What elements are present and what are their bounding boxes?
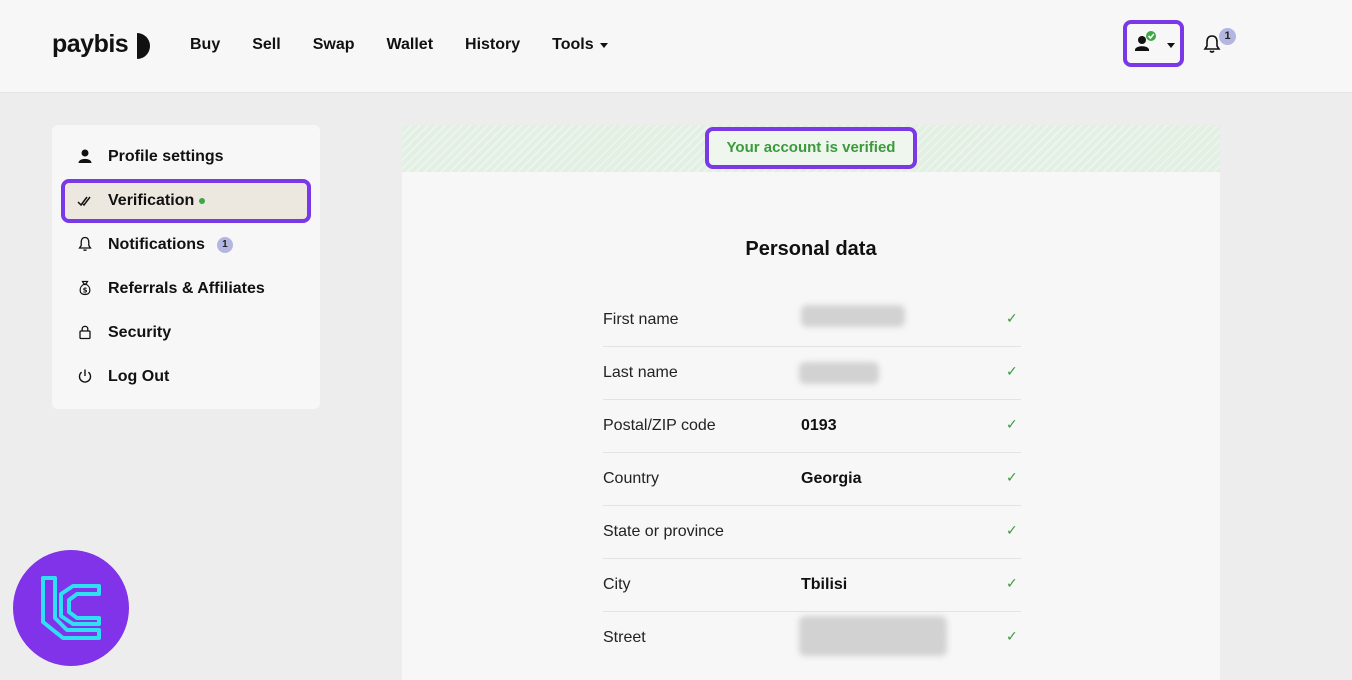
page-title: Personal data bbox=[745, 238, 877, 260]
top-navigation-bar: paybis Buy Sell Swap Wallet History Tool… bbox=[0, 0, 1352, 93]
status-dot bbox=[199, 197, 206, 204]
sidebar-item-label-notifications: Notifications 1 bbox=[108, 236, 233, 254]
row-label: Country bbox=[603, 470, 660, 487]
sidebar-item-logout[interactable]: Log Out bbox=[62, 357, 310, 397]
verified-banner: Your account is verified bbox=[402, 125, 1220, 172]
checkmark-icon: ✓ bbox=[1006, 469, 1018, 485]
nav-history[interactable]: History bbox=[465, 36, 520, 54]
data-row-postal-code: Postal/ZIP code 0193 ✓ bbox=[603, 400, 1021, 453]
main-nav: Buy Sell Swap Wallet History Tools bbox=[190, 36, 640, 54]
chevron-down-icon bbox=[599, 42, 608, 48]
data-row-street: Street ✓ bbox=[603, 612, 1021, 665]
notification-count-badge: 1 bbox=[1219, 28, 1236, 45]
money-bag-icon: $ bbox=[76, 279, 94, 297]
power-icon bbox=[76, 367, 94, 385]
settings-sidebar: Profile settings Verification Notificati… bbox=[52, 125, 320, 409]
account-verified-status: Your account is verified bbox=[705, 127, 917, 169]
lock-icon bbox=[76, 323, 94, 341]
user-icon bbox=[76, 147, 94, 165]
row-value: Tbilisi bbox=[801, 576, 848, 593]
row-label: Street bbox=[603, 629, 646, 646]
sidebar-item-label: Profile settings bbox=[108, 148, 224, 165]
checkmark-icon: ✓ bbox=[1006, 575, 1018, 591]
sidebar-item-verification[interactable]: Verification bbox=[61, 179, 311, 223]
nav-sell[interactable]: Sell bbox=[252, 36, 280, 54]
checkmark-icon: ✓ bbox=[1006, 363, 1018, 379]
sidebar-item-notifications[interactable]: Notifications 1 bbox=[62, 225, 310, 265]
sidebar-item-label: Referrals & Affiliates bbox=[108, 280, 265, 297]
paybis-logo[interactable]: paybis bbox=[52, 30, 151, 59]
chevron-down-icon bbox=[1167, 43, 1175, 48]
svg-text:$: $ bbox=[83, 286, 88, 294]
personal-data-panel: Your account is verified Personal data F… bbox=[402, 125, 1220, 680]
checkmark-icon: ✓ bbox=[1006, 416, 1018, 432]
redacted-value bbox=[801, 305, 905, 327]
logo-text: paybis bbox=[52, 30, 129, 58]
row-label: City bbox=[603, 576, 631, 593]
sidebar-item-profile-settings[interactable]: Profile settings bbox=[62, 137, 310, 177]
data-row-last-name: Last name ✓ bbox=[603, 347, 1021, 400]
sidebar-item-referrals[interactable]: $ Referrals & Affiliates bbox=[62, 269, 310, 309]
sidebar-item-label: Log Out bbox=[108, 368, 170, 385]
data-row-city: City Tbilisi ✓ bbox=[603, 559, 1021, 612]
data-row-state: State or province ✓ bbox=[603, 506, 1021, 559]
row-value: 0193 bbox=[801, 417, 837, 434]
verification-label: Verification bbox=[108, 192, 195, 209]
row-label: State or province bbox=[603, 523, 724, 540]
data-row-country: Country Georgia ✓ bbox=[603, 453, 1021, 506]
logo-half-circle-icon bbox=[137, 32, 151, 59]
checkmark-icon: ✓ bbox=[1006, 310, 1018, 326]
sidebar-item-label-verification: Verification bbox=[108, 192, 206, 210]
row-label: Last name bbox=[603, 364, 678, 381]
nav-tools-label: Tools bbox=[552, 36, 594, 53]
row-label: Postal/ZIP code bbox=[603, 417, 716, 434]
account-menu-button[interactable] bbox=[1123, 20, 1184, 67]
tc-logo-icon bbox=[41, 576, 101, 640]
data-row-first-name: First name ✓ bbox=[603, 294, 1021, 347]
user-verified-icon bbox=[1135, 31, 1156, 51]
checkmark-icon: ✓ bbox=[1006, 628, 1018, 644]
double-check-icon bbox=[76, 192, 94, 210]
row-value: Georgia bbox=[801, 470, 862, 487]
row-label: First name bbox=[603, 311, 679, 328]
nav-buy[interactable]: Buy bbox=[190, 36, 220, 54]
nav-swap[interactable]: Swap bbox=[313, 36, 355, 54]
nav-tools[interactable]: Tools bbox=[552, 36, 608, 54]
notification-count-badge: 1 bbox=[216, 236, 233, 253]
watermark-logo bbox=[13, 550, 129, 666]
sidebar-item-security[interactable]: Security bbox=[62, 313, 310, 353]
sidebar-item-label: Security bbox=[108, 324, 172, 341]
redacted-value bbox=[799, 362, 879, 384]
bell-icon bbox=[76, 235, 94, 253]
redacted-value bbox=[799, 616, 947, 656]
nav-wallet[interactable]: Wallet bbox=[387, 36, 434, 54]
checkmark-icon: ✓ bbox=[1006, 522, 1018, 538]
notifications-label: Notifications bbox=[108, 236, 205, 253]
